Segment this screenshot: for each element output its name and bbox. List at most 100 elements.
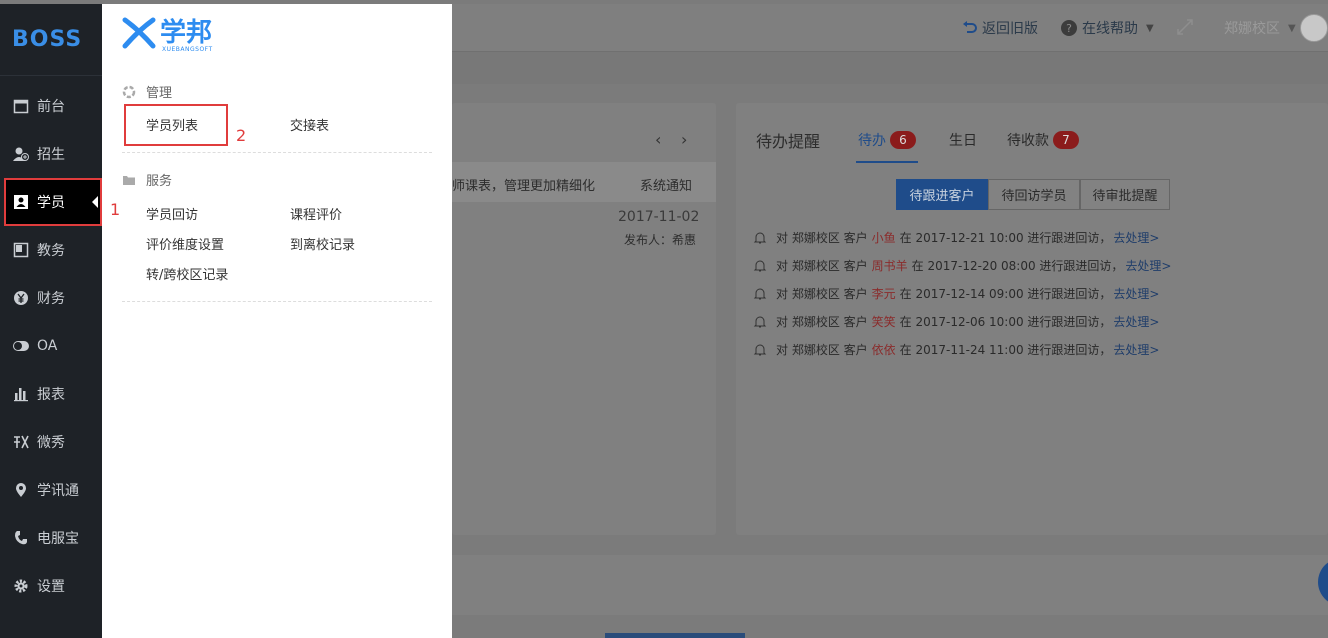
undo-icon <box>963 21 977 33</box>
todo-action-link[interactable]: 去处理> <box>1125 257 1171 274</box>
xuebang-x-icon <box>122 17 156 49</box>
handover-table-link[interactable]: 交接表 <box>290 115 329 134</box>
svg-text:?: ? <box>1066 22 1072 35</box>
bell-icon <box>753 288 767 299</box>
sidebar-item-label: 微秀 <box>37 435 65 451</box>
section-divider <box>122 301 432 302</box>
todo-prefix: 对 郑娜校区 客户 <box>776 315 868 329</box>
todo-action-link[interactable]: 去处理> <box>1113 285 1159 302</box>
tab-todo[interactable]: 待办 6 <box>858 130 916 150</box>
phone-icon <box>12 529 30 547</box>
todo-suffix: 在 2017-12-06 10:00 进行跟进回访， <box>899 315 1112 329</box>
bell-icon <box>753 232 767 243</box>
sidebar-item-label: 财务 <box>37 291 65 307</box>
todo-customer-name: 依依 <box>871 343 896 357</box>
todo-suffix: 在 2017-12-14 09:00 进行跟进回访， <box>899 287 1112 301</box>
tab-birthday[interactable]: 生日 <box>949 130 977 150</box>
students-submenu: 学邦 XUEBANGSOFT 管理 学员列表 交接表 服务 学员回访 课程评价 … <box>102 4 452 638</box>
help-icon: ? <box>1061 20 1077 36</box>
todo-suffix: 在 2017-12-21 10:00 进行跟进回访， <box>899 231 1112 245</box>
section-divider <box>122 152 432 153</box>
todo-prefix: 对 郑娜校区 客户 <box>776 259 868 273</box>
sidebar-item-oa[interactable]: OA <box>0 322 102 370</box>
sidebar-item-xuexuntong[interactable]: 学讯通 <box>0 466 102 514</box>
back-old-version-link[interactable]: 返回旧版 <box>962 18 1038 38</box>
segment-approval-reminders[interactable]: 待审批提醒 <box>1080 179 1170 210</box>
sidebar-item-reports[interactable]: 报表 <box>0 370 102 418</box>
evaluation-dimension-settings-link[interactable]: 评价维度设置 <box>146 234 224 253</box>
sidebar-item-label: 报表 <box>37 387 65 403</box>
todo-action-link[interactable]: 去处理> <box>1113 229 1159 246</box>
sidebar-item-label: 设置 <box>37 579 65 595</box>
logo-text: BOSS <box>12 27 83 52</box>
payment-count-badge: 7 <box>1053 131 1079 149</box>
todo-suffix: 在 2017-12-20 08:00 进行跟进回访， <box>911 259 1124 273</box>
sidebar-item-label: 电服宝 <box>37 531 79 547</box>
sidebar-item-finance[interactable]: 财务 <box>0 274 102 322</box>
notice-tag: 系统通知 <box>640 179 693 194</box>
bottom-tab-indicator <box>605 633 745 638</box>
tab-pending-payment[interactable]: 待收款 7 <box>1007 130 1079 150</box>
campus-transfer-records-link[interactable]: 转/跨校区记录 <box>146 264 228 283</box>
online-help-menu[interactable]: ? 在线帮助 ▼ <box>1060 18 1154 38</box>
sidebar-item-academic[interactable]: 教务 <box>0 226 102 274</box>
todo-action-link[interactable]: 去处理> <box>1113 313 1159 330</box>
segment-follow-up-customers[interactable]: 待跟进客户 <box>896 179 988 210</box>
campus-selector[interactable]: 郑娜校区 ▼ <box>1224 18 1296 38</box>
sidebar-item-label: 前台 <box>37 99 65 115</box>
todo-action-link[interactable]: 去处理> <box>1113 341 1159 358</box>
bell-icon <box>753 344 767 355</box>
caret-left-icon <box>92 196 98 208</box>
tab-todo-label: 待办 <box>858 133 886 149</box>
sidebar-item-weixiu[interactable]: 微秀 <box>0 418 102 466</box>
section-title: 服务 <box>146 174 173 189</box>
sidebar-item-front-desk[interactable]: 前台 <box>0 82 102 130</box>
todo-item: 对 郑娜校区 客户 依依 在 2017-11-24 11:00 进行跟进回访， … <box>752 341 1159 358</box>
todo-item: 对 郑娜校区 客户 小鱼 在 2017-12-21 10:00 进行跟进回访， … <box>752 229 1159 246</box>
section-title: 管理 <box>146 86 173 101</box>
chevron-right-icon[interactable]: › <box>681 130 687 149</box>
boss-logo[interactable]: BOSS <box>0 4 102 76</box>
sidebar-item-settings[interactable]: 设置 <box>0 562 102 610</box>
sidebar-item-dianfubao[interactable]: 电服宝 <box>0 514 102 562</box>
book-icon <box>12 241 30 259</box>
calendar-icon <box>12 97 30 115</box>
bar-chart-icon <box>12 385 30 403</box>
location-pin-icon <box>12 481 30 499</box>
todo-customer-name: 李元 <box>871 287 896 301</box>
segment-return-visit-students[interactable]: 待回访学员 <box>988 179 1080 210</box>
avatar[interactable] <box>1300 14 1328 42</box>
xuebang-logo: 学邦 XUEBANGSOFT <box>122 16 213 53</box>
todo-customer-name: 笑笑 <box>871 315 896 329</box>
chevron-down-icon: ▼ <box>1288 22 1296 34</box>
course-evaluation-link[interactable]: 课程评价 <box>290 204 342 223</box>
chevron-left-icon[interactable]: ‹ <box>655 130 661 149</box>
sidebar-item-enrollment[interactable]: 招生 <box>0 130 102 178</box>
back-old-version-label: 返回旧版 <box>982 21 1038 37</box>
main-sidebar: BOSS 前台 招生 学员 教务 财务 OA 报表 微秀 学讯通 电服宝 设置 <box>0 4 102 638</box>
todo-prefix: 对 郑娜校区 客户 <box>776 231 868 245</box>
notice-date: 2017-11-02 <box>618 209 700 225</box>
student-return-visit-link[interactable]: 学员回访 <box>146 204 198 223</box>
section-manage: 管理 <box>122 82 172 101</box>
notice-publisher: 发布人：希惠 <box>624 233 697 247</box>
toggle-icon <box>12 337 30 355</box>
contact-card-icon <box>12 193 30 211</box>
todo-item: 对 郑娜校区 客户 周书羊 在 2017-12-20 08:00 进行跟进回访，… <box>752 257 1171 274</box>
chevron-down-icon: ▼ <box>1146 22 1154 34</box>
student-list-highlight <box>124 104 228 146</box>
tab-pending-payment-label: 待收款 <box>1007 133 1049 149</box>
sidebar-item-label: 教务 <box>37 243 65 259</box>
sidebar-item-students[interactable]: 学员 <box>4 178 102 226</box>
brand-subtitle: XUEBANGSOFT <box>162 46 213 53</box>
arrival-departure-records-link[interactable]: 到离校记录 <box>290 234 355 253</box>
sidebar-item-label: OA <box>37 338 58 354</box>
annotation-number-1: 1 <box>110 200 121 219</box>
campus-label: 郑娜校区 <box>1224 21 1280 37</box>
wei-xiu-icon <box>12 433 30 451</box>
user-add-icon <box>12 145 30 163</box>
todo-customer-name: 周书羊 <box>871 259 908 273</box>
fullscreen-icon[interactable] <box>1176 18 1194 36</box>
active-tab-indicator <box>856 161 918 163</box>
todo-prefix: 对 郑娜校区 客户 <box>776 287 868 301</box>
